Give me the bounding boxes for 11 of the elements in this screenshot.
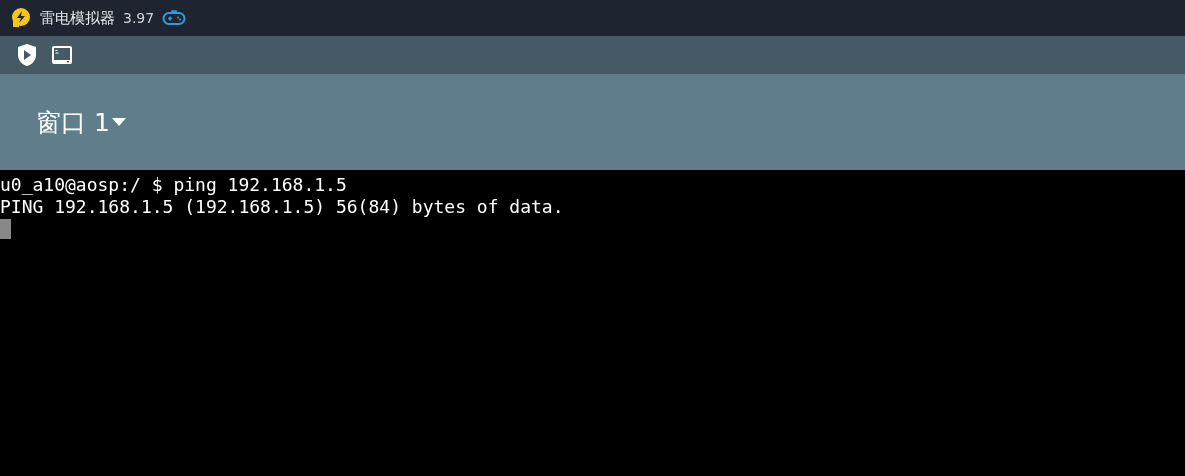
terminal-line: u0_a10@aosp:/ $ ping 192.168.1.5	[0, 174, 347, 196]
text-cursor	[0, 219, 11, 239]
gamepad-icon[interactable]	[162, 10, 187, 26]
version-label: 3.97	[123, 10, 155, 26]
shield-play-icon[interactable]	[16, 43, 38, 67]
window-title: 雷电模拟器	[40, 8, 115, 28]
terminal-line: PING 192.168.1.5 (192.168.1.5) 56(84) bytes of data.	[0, 196, 564, 218]
terminal-icon[interactable]	[50, 44, 74, 66]
window-dropdown[interactable]: 窗口 1	[36, 105, 126, 139]
lightning-logo-icon	[10, 7, 32, 29]
caret-icon	[111, 117, 126, 127]
